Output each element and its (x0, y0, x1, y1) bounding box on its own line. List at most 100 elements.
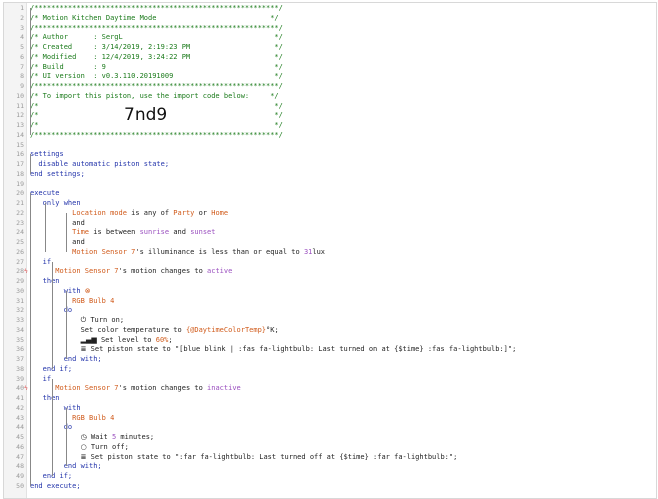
code-line[interactable]: 36 ≣ Set piston state to "[blue blink | … (4, 345, 654, 355)
code-line[interactable]: 27 if (4, 258, 654, 268)
code-line[interactable]: 45 ◷ Wait 5 minutes; (4, 433, 654, 443)
code-line[interactable]: 20 execute (4, 189, 654, 199)
code-line[interactable]: 3 /**************************************… (4, 24, 654, 34)
line-number: 4 (20, 33, 24, 42)
line-number: 49 (16, 472, 24, 480)
block-guide (66, 290, 67, 359)
code-line[interactable]: 28 ϟ Motion Sensor 7's motion changes to … (4, 267, 654, 277)
code-line[interactable]: 42 with (4, 404, 654, 414)
line-number: 1 (20, 4, 24, 12)
code-token: end execute; (30, 481, 81, 490)
code-line[interactable]: 13/* */ (4, 121, 654, 131)
block-guide (30, 193, 31, 486)
code-token: only when (30, 199, 81, 207)
code-line[interactable]: 34 Set color temperature to {@DaytimeCol… (4, 326, 654, 336)
code-text: /* Modified : 12/4/2019, 3:24:22 PM */ (30, 53, 283, 61)
code-text: /* Motion Kitchen Daytime Mode */ (30, 14, 279, 22)
code-line[interactable]: 35 ▂▄▆ Set level to 60%; (4, 336, 654, 346)
code-line[interactable]: 15 (4, 141, 654, 151)
code-line[interactable]: 44 do (4, 423, 654, 433)
code-line[interactable]: 47 ≣ Set piston state to ":far fa-lightb… (4, 453, 654, 463)
code-token: if (30, 257, 52, 266)
code-token: Motion Sensor 7 (30, 267, 119, 276)
code-token: /* Build : 9 */ (30, 62, 283, 71)
code-line[interactable]: 4 /* Author : SergL */ (4, 33, 654, 43)
code-text: end settings; (30, 170, 85, 178)
code-line[interactable]: 14 /*************************************… (4, 131, 654, 141)
code-line[interactable]: 38 end if; (4, 365, 654, 375)
code-line[interactable]: 6 /* Modified : 12/4/2019, 3:24:22 PM */ (4, 53, 654, 63)
code-line[interactable]: 48 end with; (4, 462, 654, 472)
code-line[interactable]: 10 /* To import this piston, use the impo… (4, 92, 654, 102)
code-text: ≣ Set piston state to "[blue blink | :fa… (30, 345, 517, 353)
code-text: only when (30, 199, 81, 207)
code-text: /* Build : 9 */ (30, 63, 283, 71)
code-line[interactable]: 16 settings (4, 150, 654, 160)
code-token: /***************************************… (30, 130, 283, 139)
code-line[interactable]: 9 /**************************************… (4, 82, 654, 92)
code-token: active (207, 267, 233, 276)
code-token: 's illuminance is less than or equal to (135, 247, 304, 256)
code-line[interactable]: 11/* */ (4, 102, 654, 112)
line-number: 45 (16, 433, 24, 441)
code-line[interactable]: 1 /**************************************… (4, 4, 654, 14)
code-line[interactable]: 41 then (4, 394, 654, 404)
code-line[interactable]: 21 only when (4, 199, 654, 209)
code-line[interactable]: 32 do (4, 306, 654, 316)
code-line[interactable]: 40 ϟ Motion Sensor 7's motion changes to … (4, 384, 654, 394)
code-line[interactable]: 24 Time is between sunrise and sunset (4, 228, 654, 238)
code-token: and (30, 238, 85, 246)
line-number: 10 (16, 91, 24, 100)
code-token: execute (30, 189, 60, 198)
code-line[interactable]: 8 /* UI version : v0.3.110.20191009 */ (4, 72, 654, 82)
code-line[interactable]: 22 Location mode is any of Party or Home (4, 209, 654, 219)
code-line[interactable]: 33 ⏻ Turn on; (4, 316, 654, 326)
code-line[interactable]: 46 ○ Turn off; (4, 443, 654, 453)
code-token: 's motion changes to (118, 384, 208, 393)
code-line[interactable]: 17 disable automatic piston state; (4, 160, 654, 170)
code-token: Home (211, 208, 229, 217)
code-line[interactable]: 50 end execute; (4, 482, 654, 492)
code-line[interactable]: 18 end settings; (4, 170, 654, 180)
code-line[interactable]: 39 if (4, 375, 654, 385)
code-line[interactable]: 26 Motion Sensor 7's illuminance is less… (4, 248, 654, 258)
code-text: Time is between sunrise and sunset (30, 228, 215, 236)
code-line[interactable]: 25 and (4, 238, 654, 248)
code-line[interactable]: 2 /* Motion Kitchen Daytime Mode */ (4, 14, 654, 24)
code-text: ○ Turn off; (30, 443, 129, 451)
code-token: and (169, 228, 191, 237)
code-text: if (30, 375, 51, 383)
code-line[interactable]: 29 then (4, 277, 654, 287)
line-number: 43 (16, 413, 24, 422)
code-token: /***************************************… (30, 4, 283, 12)
code-token: /* Modified : 12/4/2019, 3:24:22 PM */ (30, 52, 283, 61)
line-number: 2 (20, 13, 24, 22)
code-line[interactable]: 30 with ⊗ (4, 287, 654, 297)
code-token: Set color temperature to (30, 325, 186, 334)
code-text: /***************************************… (30, 82, 283, 90)
code-line[interactable]: 43 RGB Bulb 4 (4, 414, 654, 424)
import-code[interactable]: 7nd9 (124, 105, 167, 125)
line-number: 46 (16, 442, 24, 451)
code-token: Motion Sensor 7 (30, 384, 119, 393)
block-guide (30, 8, 31, 135)
code-line[interactable]: 19 (4, 180, 654, 190)
code-token: °K; (266, 325, 279, 334)
code-line[interactable]: 49 end if; (4, 472, 654, 482)
code-token: /* UI version : v0.3.110.20191009 */ (30, 72, 283, 81)
code-token: /***************************************… (30, 82, 283, 90)
code-line[interactable]: 23 and (4, 219, 654, 229)
code-text: /* Author : SergL */ (30, 33, 283, 41)
code-line[interactable]: 5 /* Created : 3/14/2019, 2:19:23 PM */ (4, 43, 654, 53)
code-text: with (30, 404, 81, 412)
code-line[interactable]: 37 end with; (4, 355, 654, 365)
code-token: disable automatic piston state; (30, 160, 170, 168)
code-text: Motion Sensor 7's motion changes to inac… (30, 384, 240, 393)
line-number: 11 (16, 101, 24, 110)
code-line[interactable]: 7 /* Build : 9 */ (4, 63, 654, 73)
code-text: /***************************************… (30, 4, 283, 12)
line-number: 18 (16, 169, 24, 178)
code-line[interactable]: 12/* */ (4, 111, 654, 121)
code-line[interactable]: 31 RGB Bulb 4 (4, 297, 654, 307)
